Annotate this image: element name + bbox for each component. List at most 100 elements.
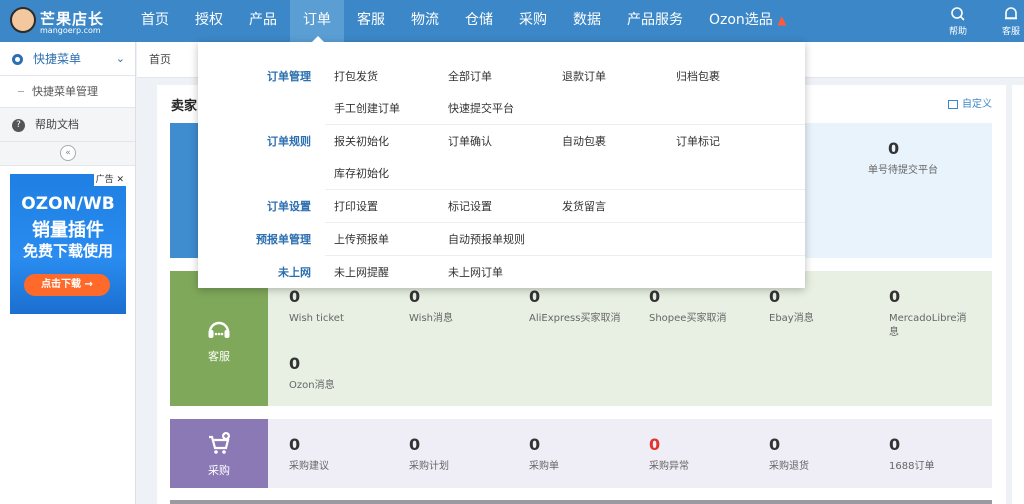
nav-authorize[interactable]: 授权 xyxy=(182,0,236,42)
service-card-label: 客服 xyxy=(208,350,230,363)
dd-link-refund-orders[interactable]: 退款订单 xyxy=(562,68,606,84)
ad-download-button[interactable]: 点击下载 → xyxy=(24,274,110,296)
dd-link-inventory-init[interactable]: 库存初始化 xyxy=(334,165,389,181)
dd-link-not-online-orders[interactable]: 未上网订单 xyxy=(448,264,503,280)
quick-manage-label: 快捷菜单管理 xyxy=(32,85,98,98)
nav-home[interactable]: 首页 xyxy=(128,0,182,42)
customize-link[interactable]: 自定义 xyxy=(948,95,992,110)
ebay-message-label: Ebay消息 xyxy=(769,313,814,324)
brand-url: mangoerp.com xyxy=(40,26,101,35)
help-button[interactable]: 帮助 xyxy=(940,0,976,42)
dd-category-order-settings: 订单设置 xyxy=(198,198,325,214)
quick-menu-label: 快捷菜单 xyxy=(33,52,82,66)
purchase-order-label: 采购单 xyxy=(529,461,559,472)
dd-divider xyxy=(325,255,805,256)
metric-purchase-suggestion[interactable]: 0 采购建议 xyxy=(289,435,399,474)
dd-link-pack-ship[interactable]: 打包发货 xyxy=(334,68,378,84)
customize-label: 自定义 xyxy=(962,99,992,110)
nav-purchase[interactable]: 采购 xyxy=(506,0,560,42)
service-card[interactable]: 客服 xyxy=(170,271,268,406)
breadcrumb-home[interactable]: 首页 xyxy=(149,42,171,78)
purchase-metrics: 0 采购建议 0 采购计划 0 采购单 0 采购异常 0 采购退货 0 1688订单 xyxy=(268,419,992,488)
metric-aliexpress-cancel[interactable]: 0 AliExpress买家取消 xyxy=(529,287,621,326)
dd-link-auto-forecast-rules[interactable]: 自动预报单规则 xyxy=(448,231,525,247)
purchase-suggestion-label: 采购建议 xyxy=(289,461,329,472)
dd-link-quick-submit-platform[interactable]: 快速提交平台 xyxy=(448,100,514,116)
top-navbar: 芒果店长 mangoerp.com 首页 授权 产品 订单 客服 物流 仓储 采… xyxy=(0,0,1024,42)
dd-category-forecast-manage: 预报单管理 xyxy=(198,231,325,247)
nav-ozon-label: Ozon选品 xyxy=(709,12,773,28)
dd-link-mark-settings[interactable]: 标记设置 xyxy=(448,198,492,214)
dd-link-upload-forecast[interactable]: 上传预报单 xyxy=(334,231,389,247)
sidebar-quick-menu-manage[interactable]: 快捷菜单管理 xyxy=(0,76,135,108)
bell-icon xyxy=(996,0,1024,24)
ad-line1: OZON/WB xyxy=(21,194,115,214)
nav-ozon-selection[interactable]: Ozon选品 ▲ xyxy=(696,0,800,42)
brand-logo[interactable]: 芒果店长 mangoerp.com xyxy=(8,5,108,37)
shopee-cancel-value: 0 xyxy=(649,287,661,306)
dropdown-caret xyxy=(312,36,324,42)
main-nav: 首页 授权 产品 订单 客服 物流 仓储 采购 数据 产品服务 Ozon选品 ▲ xyxy=(128,0,800,42)
dd-link-not-online-reminder[interactable]: 未上网提醒 xyxy=(334,264,389,280)
metric-ebay-message[interactable]: 0 Ebay消息 xyxy=(769,287,879,326)
cart-icon xyxy=(206,431,232,457)
metric-mercadolibre-message[interactable]: 0 MercadoLibre消息 xyxy=(889,287,973,340)
sidebar-collapse-bar: « xyxy=(0,142,135,166)
collapse-icon[interactable]: « xyxy=(60,145,76,161)
wish-message-label: Wish消息 xyxy=(409,313,453,324)
wish-message-value: 0 xyxy=(409,287,421,306)
dd-divider xyxy=(325,124,805,125)
service-button[interactable]: 客服 xyxy=(996,0,1024,42)
pending-submit-label: 待提交平台 xyxy=(888,165,938,176)
dd-link-auto-package[interactable]: 自动包裹 xyxy=(562,133,606,149)
metric-ozon-message[interactable]: 0 Ozon消息 xyxy=(289,354,399,393)
ad-banner[interactable]: 广告 ✕ OZON/WB 销量插件 免费下载使用 点击下载 → xyxy=(10,174,126,314)
nav-logistics[interactable]: 物流 xyxy=(398,0,452,42)
purchase-return-label: 采购退货 xyxy=(769,461,809,472)
shopee-cancel-label: Shopee买家取消 xyxy=(649,313,727,324)
purchase-card[interactable]: 采购 xyxy=(170,419,268,488)
dd-link-order-mark[interactable]: 订单标记 xyxy=(676,133,720,149)
dd-link-all-orders[interactable]: 全部订单 xyxy=(448,68,492,84)
metric-wish-message[interactable]: 0 Wish消息 xyxy=(409,287,519,326)
right-panel-edge xyxy=(1012,85,1024,504)
metric-wish-ticket[interactable]: 0 Wish ticket xyxy=(289,287,399,326)
metric-purchase-order[interactable]: 0 采购单 xyxy=(529,435,639,474)
dd-link-order-confirm[interactable]: 订单确认 xyxy=(448,133,492,149)
order-metric-pending-submit[interactable]: 0 待提交平台 xyxy=(888,139,998,178)
metric-shopee-cancel[interactable]: 0 Shopee买家取消 xyxy=(649,287,759,326)
mascot-icon xyxy=(10,7,36,33)
metric-purchase-plan[interactable]: 0 采购计划 xyxy=(409,435,519,474)
nav-warehouse[interactable]: 仓储 xyxy=(452,0,506,42)
metric-purchase-exception[interactable]: 0 采购异常 xyxy=(649,435,759,474)
quick-menu-icon xyxy=(12,54,23,65)
purchase-card-label: 采购 xyxy=(208,464,230,477)
ad-tag[interactable]: 广告 ✕ xyxy=(93,174,126,186)
nav-products[interactable]: 产品 xyxy=(236,0,290,42)
sidebar-quick-menu[interactable]: 快捷菜单 ⌄ xyxy=(0,42,135,76)
dd-link-print-settings[interactable]: 打印设置 xyxy=(334,198,378,214)
headset-icon xyxy=(206,317,232,343)
question-icon: ? xyxy=(12,118,25,132)
metric-purchase-return[interactable]: 0 采购退货 xyxy=(769,435,879,474)
next-section-edge xyxy=(170,500,992,504)
service-metrics: 0 Wish ticket 0 Wish消息 0 AliExpress买家取消 0 Sh… xyxy=(268,271,992,406)
ad-line3: 免费下载使用 xyxy=(22,242,113,260)
sidebar-help-docs[interactable]: ? 帮助文档 xyxy=(0,108,135,142)
dd-link-customs-init[interactable]: 报关初始化 xyxy=(334,133,389,149)
metric-1688-order[interactable]: 0 1688订单 xyxy=(889,435,999,474)
aliexpress-cancel-value: 0 xyxy=(529,287,541,306)
help-label: 帮助 xyxy=(948,27,967,37)
dd-link-shipping-message[interactable]: 发货留言 xyxy=(562,198,606,214)
nav-data[interactable]: 数据 xyxy=(560,0,614,42)
purchase-suggestion-value: 0 xyxy=(289,435,301,454)
nav-customer-service[interactable]: 客服 xyxy=(344,0,398,42)
purchase-section: 采购 0 采购建议 0 采购计划 0 采购单 0 采购异常 0 采购退货 0 1688订单 xyxy=(170,419,992,488)
dd-divider xyxy=(325,222,805,223)
dd-category-order-rules: 订单规则 xyxy=(198,133,325,149)
ozon-message-label: Ozon消息 xyxy=(289,380,335,391)
dd-link-archived-packages[interactable]: 归档包裹 xyxy=(676,68,720,84)
help-docs-label: 帮助文档 xyxy=(35,118,79,131)
dd-link-manual-create-order[interactable]: 手工创建订单 xyxy=(334,100,400,116)
nav-product-services[interactable]: 产品服务 xyxy=(614,0,696,42)
